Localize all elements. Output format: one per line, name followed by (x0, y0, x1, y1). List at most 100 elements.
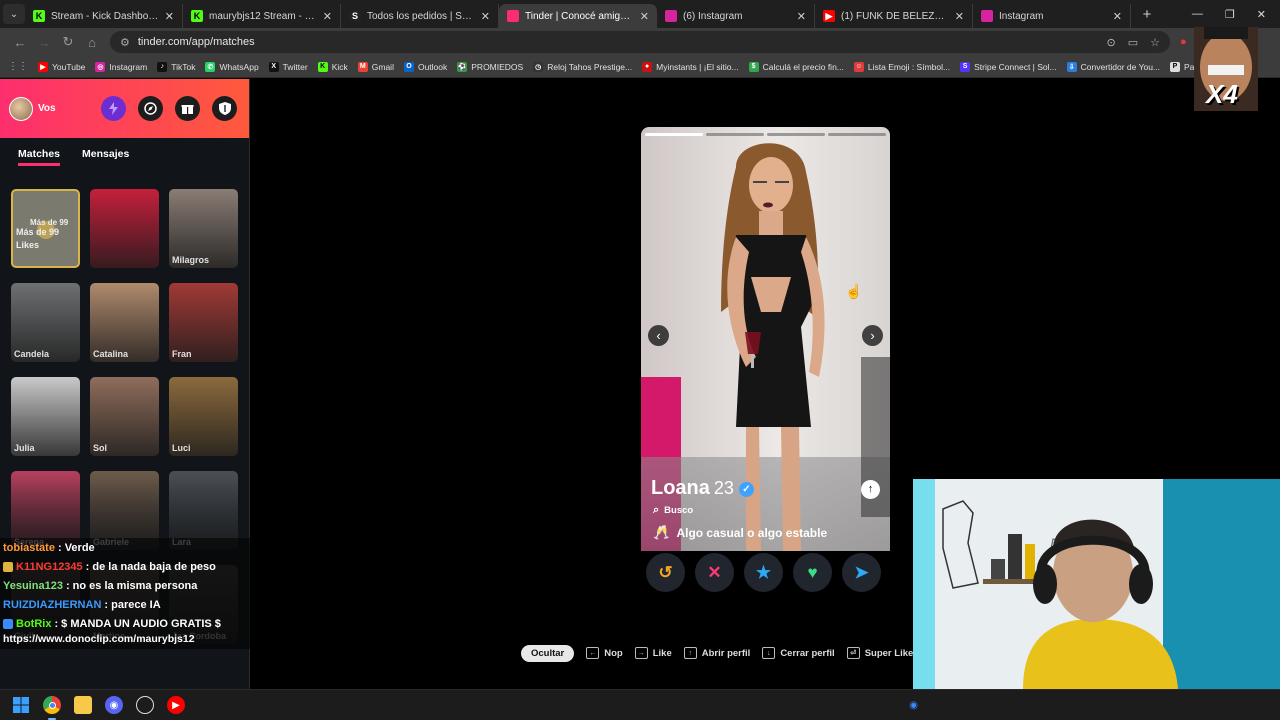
obs-icon[interactable] (136, 696, 154, 714)
open-profile-button[interactable]: ↑ (861, 480, 880, 499)
youtube-app-icon[interactable]: ▶ (167, 696, 185, 714)
bookmark-item[interactable]: M Gmail (357, 61, 394, 72)
file-explorer-icon[interactable] (74, 696, 92, 714)
bookmark-item[interactable]: ◷ Reloj Tahos Prestige... (533, 61, 632, 72)
bookmark-item[interactable]: ⇩ Convertidor de You... (1066, 61, 1160, 72)
apps-grid-icon[interactable]: ⋮⋮ (8, 61, 28, 72)
nope-button[interactable]: ✕ (695, 553, 734, 592)
user-label[interactable]: Vos (38, 103, 56, 114)
match-card[interactable] (90, 189, 159, 268)
bookmark-item[interactable]: ⚽ PROMIEDOS (457, 61, 524, 72)
tab-search-button[interactable]: ⌄ (3, 4, 25, 24)
site-settings-icon[interactable]: ⚙ (120, 36, 130, 49)
tab-messages[interactable]: Mensajes (82, 148, 129, 166)
shield-icon[interactable] (212, 96, 237, 121)
prev-photo-button[interactable]: ‹ (648, 325, 669, 346)
tray-icon[interactable]: ◉ (909, 700, 918, 711)
match-card[interactable]: Julia (11, 377, 80, 456)
meme-overlay: X4 (1194, 27, 1258, 111)
bookmark-item[interactable]: O Outlook (403, 61, 447, 72)
bookmark-label: Myinstants | ¡El sitio... (656, 61, 739, 72)
verified-icon: ✓ (738, 482, 754, 497)
boost-button[interactable]: ➤ (842, 553, 881, 592)
restore-icon[interactable]: ❐ (1225, 8, 1235, 21)
url-field[interactable]: ⚙ tinder.com/app/matches ⊙ ▭ ☆ (110, 31, 1170, 53)
close-tab-icon[interactable]: ✕ (165, 10, 174, 23)
chat-username[interactable]: tobiastate (3, 542, 55, 554)
chat-username[interactable]: BotRix (16, 618, 51, 630)
rewind-button[interactable]: ↺ (646, 553, 685, 592)
match-card[interactable]: Fran (169, 283, 238, 362)
bookmark-star-icon[interactable]: ☆ (1150, 36, 1160, 49)
match-card[interactable]: Milagros (169, 189, 238, 268)
match-card[interactable]: Candela (11, 283, 80, 362)
close-tab-icon[interactable]: ✕ (1113, 10, 1122, 23)
back-icon[interactable]: ← (8, 35, 32, 50)
discord-icon[interactable]: ◉ (105, 696, 123, 714)
bookmark-item[interactable]: $ Calculá el precio fin... (748, 61, 844, 72)
search-icon: ⌕ (653, 504, 660, 516)
browser-tab-bar: ⌄ K Stream - Kick Dashboard ✕ Kmaurybjs12 S… (0, 0, 1280, 28)
bookmark-item[interactable]: ♪ TikTok (157, 61, 195, 72)
browser-tab[interactable]: K Stream - Kick Dashboard ✕ (25, 4, 183, 28)
location-icon[interactable]: ⊙ (1107, 36, 1116, 49)
window-controls: — ❐ ✕ (1192, 8, 1280, 21)
photo-progress-segment (645, 133, 703, 136)
extension-red-icon[interactable]: ● (1180, 36, 1187, 49)
browser-tab[interactable]: Kmaurybjs12 Stream - Watch Live ✕ (183, 4, 341, 28)
bookmark-item[interactable]: S Stripe Connect | Sol... (960, 61, 1057, 72)
bookmark-item[interactable]: K Kick (317, 61, 348, 72)
boost-icon[interactable] (101, 96, 126, 121)
super-like-button[interactable]: ★ (744, 553, 783, 592)
shortcut-key-icon: → (634, 647, 648, 659)
match-card[interactable]: Sol (90, 377, 159, 456)
close-window-icon[interactable]: ✕ (1257, 8, 1266, 21)
photo-progress-segment (767, 133, 825, 136)
chrome-icon[interactable] (43, 696, 61, 720)
home-icon[interactable]: ⌂ (80, 35, 104, 50)
gift-icon[interactable] (175, 96, 200, 121)
chat-username[interactable]: K11NG12345 (16, 561, 83, 573)
match-card[interactable]: Luci (169, 377, 238, 456)
browser-tab[interactable]: ▶ (1) FUNK DE BELEZA SLOWED ✕ (815, 4, 973, 28)
bookmark-item[interactable]: ✆ WhatsApp (205, 61, 259, 72)
close-tab-icon[interactable]: ✕ (481, 10, 490, 23)
chat-username[interactable]: RUIZDIAZHERNAN (3, 599, 101, 611)
explore-icon[interactable] (138, 96, 163, 121)
tab-matches[interactable]: Matches (18, 148, 61, 166)
close-tab-icon[interactable]: ✕ (797, 10, 806, 23)
like-button[interactable]: ♥ (793, 553, 832, 592)
cast-icon[interactable]: ▭ (1128, 36, 1138, 49)
bookmark-item[interactable]: ◎ Instagram (95, 61, 147, 72)
new-tab-button[interactable]: + (1135, 6, 1159, 23)
close-tab-icon[interactable]: ✕ (955, 10, 964, 23)
close-tab-icon[interactable]: ✕ (640, 10, 649, 23)
browser-tab[interactable]: Instagram ✕ (973, 4, 1131, 28)
forward-icon[interactable]: → (32, 35, 56, 50)
browser-tab[interactable]: Tinder | Conocé amigos y gente ✕ (499, 4, 657, 28)
bookmark-item[interactable]: ▶ YouTube (38, 61, 85, 72)
hide-shortcuts-button[interactable]: Ocultar (521, 644, 575, 662)
likes-caption: Likes (16, 240, 40, 250)
likes-card[interactable]: Más de 99 Más de 99 Likes (11, 189, 80, 268)
reload-icon[interactable]: ↻ (56, 34, 80, 50)
start-icon[interactable] (12, 696, 30, 714)
match-card[interactable]: Catalina (90, 283, 159, 362)
browser-tab[interactable]: (6) Instagram ✕ (657, 4, 815, 28)
bookmark-item[interactable]: X Twitter (268, 61, 308, 72)
bookmark-icon: P (1170, 61, 1181, 72)
browser-tab[interactable]: S Todos los pedidos | SHEIN ✕ (341, 4, 499, 28)
bookmark-label: Calculá el precio fin... (762, 61, 844, 72)
minimize-icon[interactable]: — (1192, 8, 1203, 21)
bookmark-item[interactable]: ☺ Lista Emoji : Símbol... (853, 61, 950, 72)
bookmarks-bar: ⋮⋮ ▶ YouTube ◎ Instagram ♪ TikTok ✆ WhatsApp X Tw… (0, 56, 1280, 78)
bookmark-label: PROMIEDOS (471, 61, 524, 72)
chat-username[interactable]: Yesuina123 (3, 580, 63, 592)
bookmark-item[interactable]: ● Myinstants | ¡El sitio... (642, 61, 739, 72)
next-photo-button[interactable]: › (862, 325, 883, 346)
shortcut-label: Like (652, 647, 672, 659)
avatar[interactable] (9, 96, 33, 121)
champagne-icon: 🥂 (653, 524, 671, 540)
close-tab-icon[interactable]: ✕ (323, 10, 332, 23)
kick-icon: K (33, 10, 45, 22)
